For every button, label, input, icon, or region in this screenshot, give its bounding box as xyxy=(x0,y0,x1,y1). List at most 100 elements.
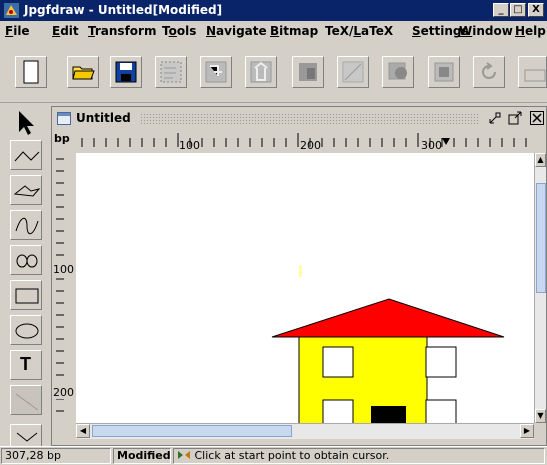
curve-tool[interactable] xyxy=(10,210,42,240)
export-icon xyxy=(250,61,272,83)
menu-tools[interactable]: Tools xyxy=(162,24,196,38)
save-icon xyxy=(115,61,137,83)
import-button[interactable] xyxy=(200,56,232,88)
save-button[interactable] xyxy=(110,56,142,88)
ungroup-icon xyxy=(434,62,454,82)
house-window[interactable] xyxy=(425,346,457,378)
iconify-button[interactable] xyxy=(488,111,502,128)
scroll-right-arrow[interactable]: ▶ xyxy=(520,424,534,438)
document-frame: Untitled bp 100 200 300 100 200 ▲ ▼ ◀ ▶ xyxy=(51,106,547,446)
close-button[interactable]: X xyxy=(528,3,544,17)
horizontal-ruler: bp 100 200 300 xyxy=(52,131,546,153)
vertical-ruler-ticks xyxy=(56,158,64,412)
menu-texlatex[interactable]: TeX/LaTeX xyxy=(325,24,393,38)
text-icon: T xyxy=(20,354,31,374)
hruler-label-300: 300 xyxy=(421,139,442,152)
select-arrow-icon xyxy=(19,111,34,135)
house-door[interactable] xyxy=(371,406,406,423)
hruler-label-200: 200 xyxy=(300,139,321,152)
menu-bitmap[interactable]: Bitmap xyxy=(270,24,318,38)
frame-close-button[interactable] xyxy=(530,111,544,128)
ruler-position-marker xyxy=(442,138,450,145)
title-bar: Jpgfdraw - Untitled[Modified] _ □ X xyxy=(0,0,547,21)
house-window[interactable] xyxy=(322,346,354,378)
unit-label: bp xyxy=(54,132,70,145)
house-wall[interactable] xyxy=(298,336,428,423)
menu-window[interactable]: Window xyxy=(459,24,513,38)
select-tool[interactable] xyxy=(10,106,42,136)
vertical-scrollbar[interactable]: ▲ ▼ xyxy=(534,153,546,423)
ellipse-icon xyxy=(15,323,39,339)
menu-transform[interactable]: Transform xyxy=(88,24,156,38)
closed-curve-tool[interactable] xyxy=(10,245,42,275)
path-button[interactable] xyxy=(337,56,369,88)
minimize-button[interactable]: _ xyxy=(493,3,509,17)
menu-edit[interactable]: Edit xyxy=(52,24,79,38)
vruler-label-100: 100 xyxy=(53,263,74,276)
tool-palette: T xyxy=(0,104,49,464)
text-tool[interactable]: T xyxy=(10,350,42,380)
maximize-icon xyxy=(508,111,522,125)
status-hint-icon xyxy=(177,449,191,465)
ellipse-tool[interactable] xyxy=(10,315,42,345)
math-text-tool[interactable] xyxy=(10,385,42,415)
frame-maximize-button[interactable] xyxy=(508,111,522,128)
menu-bar: File Edit Transform Tools Navigate Bitmap TeX/… xyxy=(0,21,547,43)
scale-button[interactable] xyxy=(518,56,547,88)
document-title-bar[interactable]: Untitled xyxy=(52,107,546,131)
rectangle-tool[interactable] xyxy=(10,280,42,310)
open-button[interactable] xyxy=(67,56,99,88)
path-icon xyxy=(342,61,364,83)
bitmap-button[interactable] xyxy=(292,56,324,88)
status-message-box: Click at start point to obtain cursor. xyxy=(173,448,545,464)
horizontal-scrollbar[interactable]: ◀ ▶ xyxy=(76,423,534,439)
close-icon xyxy=(530,111,544,125)
menu-file[interactable]: File xyxy=(5,24,30,38)
toolbar xyxy=(0,43,547,103)
maximize-button[interactable]: □ xyxy=(510,3,526,17)
title-grip xyxy=(140,113,480,125)
bitmap-icon xyxy=(299,63,317,81)
scale-icon xyxy=(524,69,546,82)
open-line-tool[interactable] xyxy=(10,140,42,170)
new-button[interactable] xyxy=(15,56,47,88)
scroll-left-arrow[interactable]: ◀ xyxy=(76,424,90,438)
house-window[interactable] xyxy=(322,399,354,423)
group-button[interactable] xyxy=(382,56,414,88)
status-bar: 307,28 bp Modified Click at start point … xyxy=(0,446,547,464)
document-icon xyxy=(57,112,71,128)
menu-help[interactable]: Help xyxy=(515,24,546,38)
closed-line-tool[interactable] xyxy=(10,175,42,205)
horizontal-scroll-thumb[interactable] xyxy=(92,425,292,437)
modified-indicator: Modified xyxy=(113,448,171,464)
rotate-button[interactable] xyxy=(473,56,505,88)
curve-icon xyxy=(15,217,39,235)
vertical-scroll-thumb[interactable] xyxy=(536,183,546,293)
select-region-button[interactable] xyxy=(155,56,187,88)
scroll-down-arrow[interactable]: ▼ xyxy=(535,409,546,423)
app-icon xyxy=(3,2,20,19)
vruler-label-200: 200 xyxy=(53,386,74,399)
house-roof[interactable] xyxy=(271,298,505,338)
rectangle-icon xyxy=(15,288,39,304)
cursor-position: 307,28 bp xyxy=(1,448,111,464)
vertical-ruler: 100 200 xyxy=(52,153,76,423)
rotate-icon xyxy=(482,62,496,79)
status-message: Click at start point to obtain cursor. xyxy=(194,449,390,462)
import-icon xyxy=(205,61,227,83)
closed-line-icon xyxy=(13,185,41,197)
ungroup-button[interactable] xyxy=(428,56,460,88)
open-folder-icon xyxy=(72,66,95,80)
export-button[interactable] xyxy=(245,56,277,88)
drawing xyxy=(271,265,505,423)
scroll-up-arrow[interactable]: ▲ xyxy=(535,153,546,167)
window-title: Jpgfdraw - Untitled[Modified] xyxy=(24,3,223,17)
more-tool[interactable] xyxy=(10,424,42,448)
menu-navigate[interactable]: Navigate xyxy=(206,24,267,38)
iconify-icon xyxy=(489,112,501,124)
drawing-canvas[interactable] xyxy=(76,153,534,423)
hruler-label-100: 100 xyxy=(179,139,200,152)
house-window[interactable] xyxy=(425,399,457,423)
select-region-icon xyxy=(160,61,182,83)
closed-curve-icon xyxy=(16,254,38,268)
